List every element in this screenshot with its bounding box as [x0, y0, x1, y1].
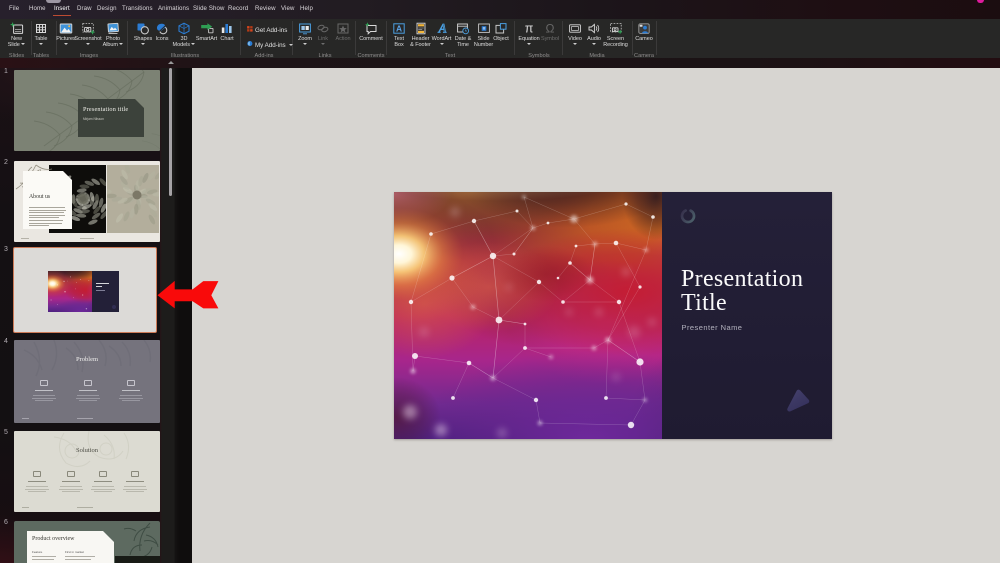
- svg-text:A: A: [396, 23, 402, 33]
- svg-text:Ω: Ω: [546, 22, 555, 35]
- svg-text:A: A: [437, 22, 446, 35]
- svg-text:#: #: [482, 26, 485, 31]
- svg-text:π: π: [525, 22, 534, 35]
